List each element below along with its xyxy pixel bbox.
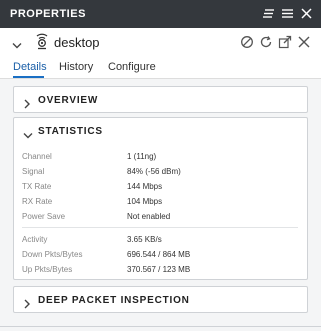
stat-value: Not enabled [127, 212, 171, 221]
stat-value: 84% (-56 dBm) [127, 167, 181, 176]
properties-header: PROPERTIES [0, 0, 321, 28]
tab-history[interactable]: History [59, 61, 93, 73]
dpi-panel[interactable]: DEEP PACKET INSPECTION [13, 286, 308, 313]
divider [0, 326, 321, 327]
stat-value: 696.544 / 864 MB [127, 250, 191, 259]
statistics-panel: STATISTICS Channel 1 (11ng) Signal 84% (… [13, 117, 308, 280]
stat-row-power-save: Power Save Not enabled [22, 210, 302, 224]
stat-label: Activity [22, 235, 48, 244]
dpi-title: DEEP PACKET INSPECTION [38, 295, 190, 306]
panel-title: PROPERTIES [10, 8, 86, 20]
stat-value: 1 (11ng) [127, 152, 157, 161]
stat-row-down: Down Pkts/Bytes 696.544 / 864 MB [22, 248, 302, 262]
overview-panel[interactable]: OVERVIEW [13, 86, 308, 113]
stat-row-activity: Activity 3.65 KB/s [22, 233, 302, 247]
device-name: desktop [54, 35, 100, 50]
chevron-right-icon [23, 296, 31, 314]
stat-value: 104 Mbps [127, 197, 163, 206]
chevron-down-icon [23, 127, 33, 145]
stat-label: Up Pkts/Bytes [22, 265, 73, 274]
active-tab-indicator [13, 76, 44, 78]
tab-details[interactable]: Details [13, 61, 47, 73]
stat-label: Channel [22, 152, 52, 161]
device-row: desktop [0, 28, 321, 56]
dpi-header[interactable]: DEEP PACKET INSPECTION [14, 287, 307, 314]
wireless-client-icon [34, 32, 50, 55]
stat-row-channel: Channel 1 (11ng) [22, 150, 302, 164]
divider [22, 227, 298, 228]
stat-label: TX Rate [22, 182, 52, 191]
refresh-icon[interactable] [259, 35, 273, 49]
stat-row-tx-rate: TX Rate 144 Mbps [22, 180, 302, 194]
stat-label: Down Pkts/Bytes [22, 250, 83, 259]
stat-row-rx-rate: RX Rate 104 Mbps [22, 195, 302, 209]
stat-label: Signal [22, 167, 45, 176]
chevron-right-icon [23, 96, 31, 114]
expand-icon[interactable] [278, 35, 292, 49]
stat-value: 370.567 / 123 MB [127, 265, 191, 274]
disconnect-icon[interactable] [297, 35, 311, 49]
statistics-header[interactable]: STATISTICS [14, 118, 307, 145]
overview-header[interactable]: OVERVIEW [14, 87, 307, 114]
statistics-title: STATISTICS [38, 126, 103, 137]
close-icon[interactable] [300, 7, 313, 20]
stat-value: 144 Mbps [127, 182, 163, 191]
menu-icon[interactable] [281, 7, 294, 20]
stat-value: 3.65 KB/s [127, 235, 162, 244]
block-icon[interactable] [240, 35, 254, 49]
stat-row-signal: Signal 84% (-56 dBm) [22, 165, 302, 179]
chevron-down-icon[interactable] [12, 37, 22, 55]
tab-configure[interactable]: Configure [108, 61, 156, 73]
stat-label: RX Rate [22, 197, 53, 206]
tab-bar: Details History Configure [0, 56, 321, 79]
stat-label: Power Save [22, 212, 66, 221]
stat-row-up: Up Pkts/Bytes 370.567 / 123 MB [22, 263, 302, 277]
overview-title: OVERVIEW [38, 95, 99, 106]
bookmark-list-icon[interactable] [262, 7, 275, 20]
